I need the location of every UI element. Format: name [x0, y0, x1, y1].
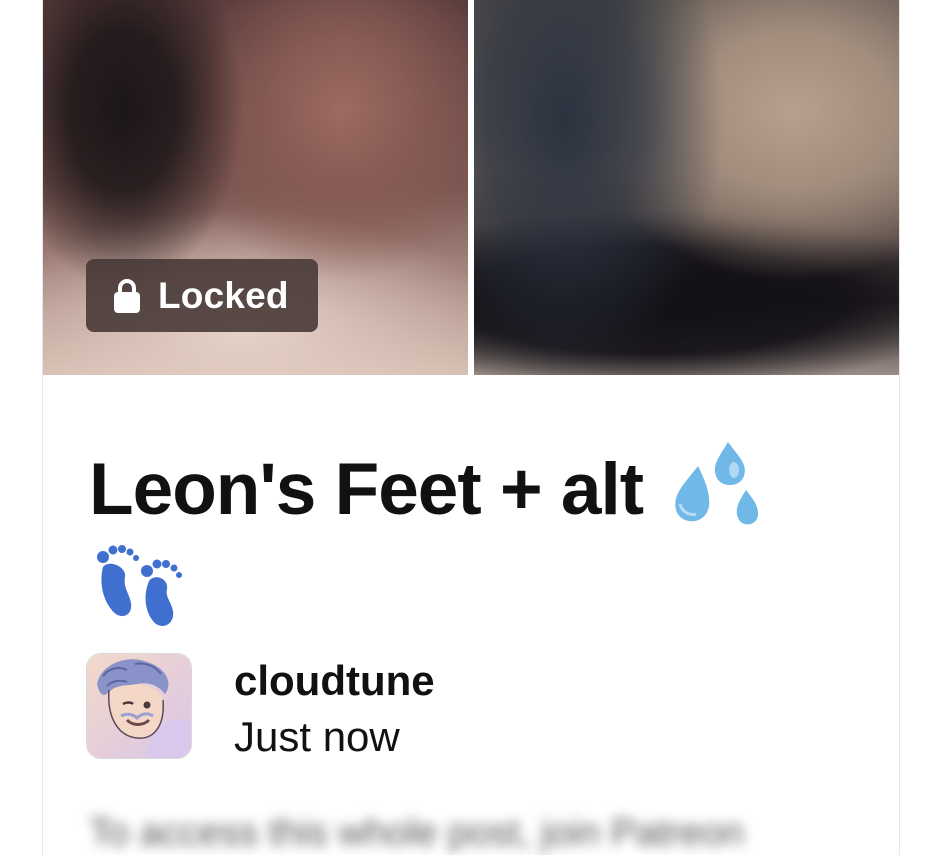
- post-timestamp: Just now: [234, 713, 400, 760]
- locked-media-thumbnail-2[interactable]: [474, 0, 899, 375]
- post-card[interactable]: Locked Leon's Feet + alt cloudtune Just …: [42, 0, 900, 855]
- author-row: cloudtune Just now: [87, 654, 435, 768]
- avatar[interactable]: [87, 654, 191, 758]
- lock-icon: [114, 278, 140, 313]
- footprints-icon: [97, 545, 182, 626]
- sweat-droplets-icon: [675, 442, 759, 525]
- scrollbar[interactable]: [930, 0, 942, 855]
- page: Locked Leon's Feet + alt cloudtune Just …: [0, 0, 948, 855]
- author-name[interactable]: cloudtune: [234, 656, 435, 706]
- blurred-post-body: To access this whole post, join Patreon: [89, 812, 744, 854]
- locked-label: Locked: [158, 274, 289, 316]
- media-grid: Locked: [43, 0, 899, 375]
- locked-badge: Locked: [86, 259, 318, 332]
- avatar-illustration: [87, 654, 191, 758]
- author-meta: cloudtune Just now: [234, 656, 435, 768]
- post-title-text: Leon's Feet + alt: [89, 449, 644, 530]
- post-title[interactable]: Leon's Feet + alt: [89, 438, 849, 629]
- locked-media-thumbnail-1[interactable]: Locked: [43, 0, 468, 375]
